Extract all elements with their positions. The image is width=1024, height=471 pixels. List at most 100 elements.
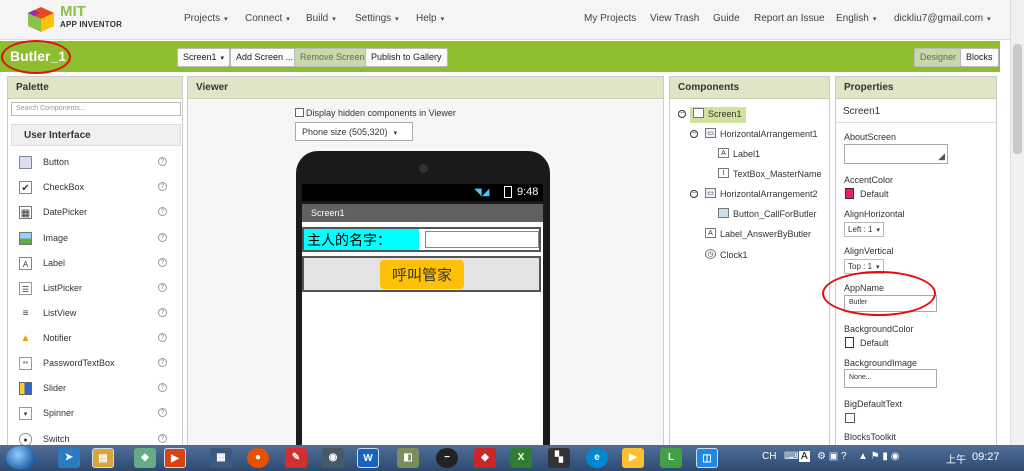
app-icon[interactable]: ◈ [134, 448, 156, 468]
app-icon[interactable]: ▦ [210, 448, 232, 468]
properties-panel: Properties Screen1 AboutScreen ◢ AccentC… [835, 76, 997, 447]
help-icon[interactable]: ? [158, 383, 167, 392]
clock-time[interactable]: 09:27 [972, 451, 1000, 463]
app-icon[interactable]: ◫ [696, 448, 718, 468]
display-hidden-checkbox[interactable]: Display hidden components in Viewer [295, 108, 456, 118]
link-my-projects[interactable]: My Projects [584, 13, 636, 24]
collapse-toggle-icon[interactable]: − [690, 190, 698, 198]
scrollbar-thumb[interactable] [1013, 44, 1022, 154]
chevron-down-icon: ▾ [286, 16, 290, 23]
ime-indicator[interactable]: A [799, 451, 810, 462]
horizontal-arrangement-2[interactable]: 呼叫管家 [302, 256, 541, 292]
palette-item-button[interactable]: Button ? [19, 154, 179, 174]
menu-build[interactable]: Build ▾ [306, 13, 336, 24]
chevron-down-icon: ▾ [876, 227, 880, 234]
menu-connect[interactable]: Connect ▾ [245, 13, 290, 24]
help-icon[interactable]: ? [158, 308, 167, 317]
palette-item-datepicker[interactable]: ▦ DatePicker ? [19, 204, 179, 224]
collapse-toggle-icon[interactable]: − [678, 110, 686, 118]
help-icon[interactable]: ? [158, 283, 167, 292]
ime-toolbar-icon[interactable]: ⚙ ▣ ? [817, 451, 847, 462]
link-report-issue[interactable]: Report an Issue [754, 13, 825, 24]
browser-icon[interactable]: e [586, 448, 608, 468]
search-components-input[interactable]: Search Components... [11, 102, 181, 116]
project-toolbar: Butler_1 Screen1 ▾ Add Screen ... Remove … [0, 41, 1000, 72]
palette-item-checkbox[interactable]: ✔ CheckBox ? [19, 179, 179, 199]
publish-gallery-button[interactable]: Publish to Gallery [365, 48, 448, 67]
textbox-master-name[interactable] [425, 231, 539, 248]
word-icon[interactable]: W [357, 448, 379, 468]
menu-language[interactable]: English ▾ [836, 13, 876, 24]
category-user-interface[interactable]: User Interface [11, 124, 181, 146]
help-icon[interactable]: ? [158, 333, 167, 342]
resize-handle-icon[interactable]: ◢ [938, 151, 945, 162]
palette-item-label[interactable]: A Label ? [19, 255, 179, 275]
help-icon[interactable]: ? [158, 434, 167, 443]
horizontal-arrangement-1[interactable]: 主人的名字： [302, 227, 541, 252]
help-icon[interactable]: ? [158, 233, 167, 242]
help-icon[interactable]: ? [158, 182, 167, 191]
palette-item-listpicker[interactable]: ☰ ListPicker ? [19, 280, 179, 300]
pdf-reader-icon[interactable]: ✎ [285, 448, 307, 468]
prop-label-accent-color: AccentColor [844, 175, 894, 185]
windows-taskbar: ➤ ▤ ◈ ▶ ▦ ● ✎ ◉ W ◧ − ◆ X ▚ e ▶ L ◫ CH ⌨… [0, 445, 1024, 471]
tray-icons[interactable]: ▲ ⚑ ▮ ◉ [858, 451, 899, 462]
palette-item-notifier[interactable]: ▲ Notifier ? [19, 330, 179, 350]
firefox-icon[interactable]: ● [247, 448, 269, 468]
link-view-trash[interactable]: View Trash [650, 13, 699, 24]
file-explorer-icon[interactable]: ▤ [92, 448, 114, 468]
accent-color-value[interactable]: Default [860, 189, 889, 199]
app-icon[interactable]: − [436, 448, 458, 468]
screen-select[interactable]: Screen1 ▾ [177, 48, 231, 67]
app-icon[interactable]: ◧ [397, 448, 419, 468]
excel-icon[interactable]: X [510, 448, 532, 468]
checkbox-box[interactable] [295, 108, 304, 117]
accent-color-swatch[interactable] [845, 188, 854, 199]
link-guide[interactable]: Guide [713, 13, 740, 24]
align-horizontal-select[interactable]: Left : 1 ▾ [844, 222, 884, 237]
designer-button[interactable]: Designer [914, 48, 963, 67]
telegram-icon[interactable]: ➤ [58, 448, 80, 468]
help-icon[interactable]: ? [158, 358, 167, 367]
help-icon[interactable]: ? [158, 258, 167, 267]
palette-item-spinner[interactable]: ▾ Spinner ? [19, 405, 179, 425]
app-inventor-logo[interactable]: MIT APP INVENTOR [26, 3, 126, 35]
help-icon[interactable]: ? [158, 157, 167, 166]
add-screen-button[interactable]: Add Screen ... [230, 48, 300, 67]
app-icon[interactable]: ◆ [474, 448, 496, 468]
phone-size-select[interactable]: Phone size (505,320) ▾ [295, 122, 413, 141]
arrangement-icon: ▭ [705, 128, 716, 138]
help-icon[interactable]: ? [158, 408, 167, 417]
palette-item-passwordtextbox[interactable]: ** PasswordTextBox ? [19, 355, 179, 375]
big-default-text-checkbox[interactable] [845, 413, 855, 423]
app-icon[interactable]: ▶ [622, 448, 644, 468]
menu-projects[interactable]: Projects ▾ [184, 13, 228, 24]
call-butler-button[interactable]: 呼叫管家 [380, 260, 464, 289]
label-master-name[interactable]: 主人的名字： [304, 229, 419, 250]
page-scrollbar[interactable] [1010, 0, 1024, 445]
phone-status-bar: ◥◢ 9:48 [302, 184, 543, 201]
app-icon[interactable]: ◉ [322, 448, 344, 468]
background-image-picker[interactable]: None... [844, 369, 937, 388]
media-player-icon[interactable]: ▶ [164, 448, 186, 468]
tree-item-screen1[interactable]: Screen1 [690, 107, 746, 123]
wifi-signal-icon: ◥◢ [474, 187, 490, 198]
input-language[interactable]: CH [762, 451, 776, 462]
remove-screen-button[interactable]: Remove Screen [294, 48, 371, 67]
background-color-value[interactable]: Default [860, 338, 889, 348]
palette-item-slider[interactable]: Slider ? [19, 380, 179, 400]
menu-settings[interactable]: Settings ▾ [355, 13, 399, 24]
clapper-icon[interactable]: ▚ [548, 448, 570, 468]
menu-help[interactable]: Help ▾ [416, 13, 444, 24]
windows-start-icon[interactable] [6, 446, 36, 470]
collapse-toggle-icon[interactable]: − [690, 130, 698, 138]
palette-item-listview[interactable]: ≡ ListView ? [19, 305, 179, 325]
line-icon[interactable]: L [660, 448, 682, 468]
keyboard-icon[interactable]: ⌨ [784, 451, 798, 462]
palette-item-image[interactable]: Image ? [19, 230, 179, 250]
blocks-button[interactable]: Blocks [960, 48, 999, 67]
menu-account[interactable]: dickliu7@gmail.com ▾ [894, 13, 991, 24]
background-color-swatch[interactable] [845, 337, 854, 348]
about-screen-textarea[interactable]: ◢ [844, 144, 948, 164]
help-icon[interactable]: ? [158, 207, 167, 216]
